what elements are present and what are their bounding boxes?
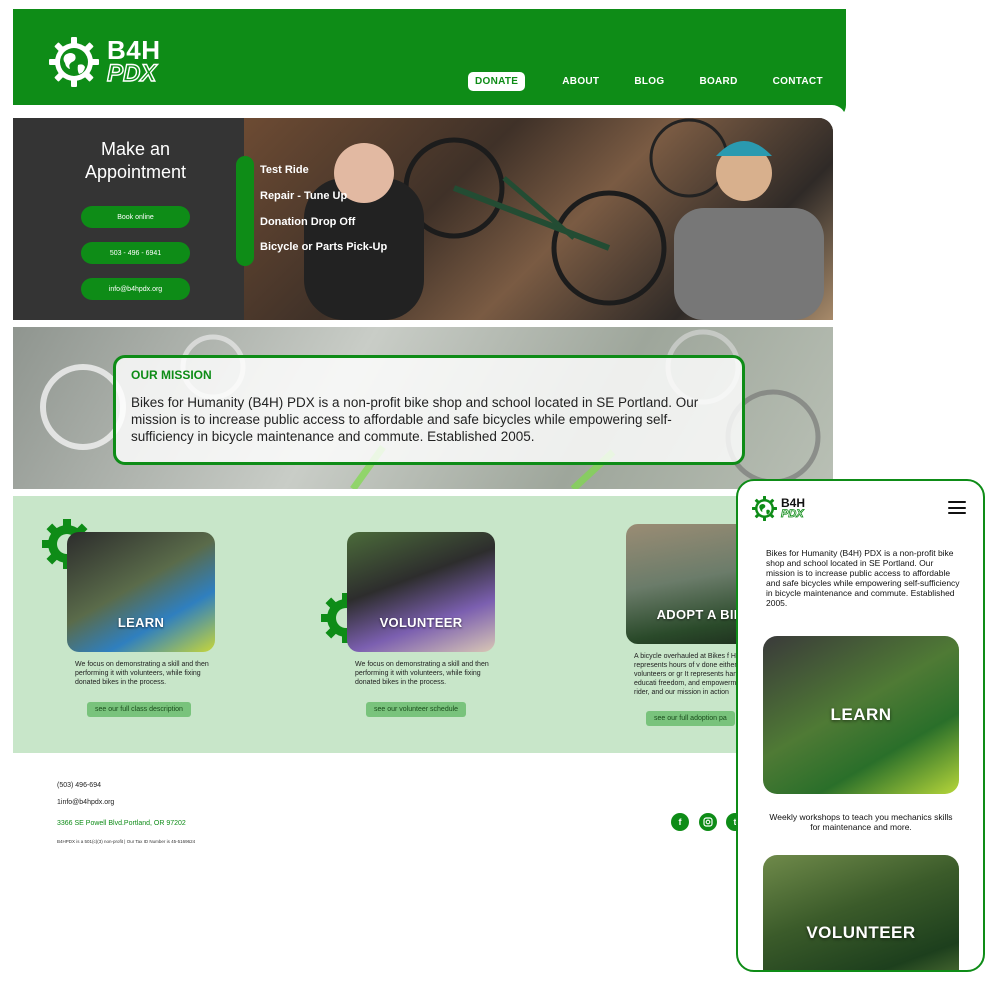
mission-text: Bikes for Humanity (B4H) PDX is a non-pr… [131, 395, 699, 444]
mobile-mission-text: Bikes for Humanity (B4H) PDX is a non-pr… [766, 548, 960, 608]
service-test-ride[interactable]: Test Ride [260, 164, 309, 176]
logo-wordmark: B4H PDX [106, 37, 161, 87]
nav-item-blog[interactable]: BLOG [634, 76, 664, 87]
mobile-logo[interactable]: B4H PDX [751, 495, 805, 522]
adoption-page-button[interactable]: see our full adoption pa [646, 711, 735, 726]
menu-icon[interactable] [948, 501, 966, 514]
adopt-card-label: ADOPT A BIK [656, 607, 744, 622]
programs-section: LEARN We focus on demonstrating a skill … [13, 496, 833, 753]
mobile-learn-label: LEARN [830, 705, 892, 724]
donate-button[interactable]: DONATE [468, 72, 526, 91]
nav-item-about[interactable]: ABOUT [562, 76, 599, 87]
service-pickup[interactable]: Bicycle or Parts Pick-Up [260, 241, 387, 253]
volunteer-card-label: VOLUNTEER [379, 615, 463, 630]
learn-card[interactable]: LEARN [67, 532, 215, 652]
mission-section: OUR MISSION Bikes for Humanity (B4H) PDX… [13, 327, 833, 489]
service-donation[interactable]: Donation Drop Off [260, 216, 355, 228]
facebook-icon[interactable]: f [671, 813, 689, 831]
mobile-learn-card[interactable]: LEARN [763, 636, 959, 794]
main-nav: DONATE ABOUT BLOG BOARD CONTACT [468, 72, 858, 91]
services-accent-bar [236, 156, 254, 266]
learn-card-label: LEARN [117, 615, 165, 630]
nav-item-contact[interactable]: CONTACT [773, 76, 823, 87]
appointment-section: Make an Appointment Book online 503 - 49… [13, 118, 833, 320]
footer-legal: B4HPDX is a 501(c)(3) non-profit | Our T… [57, 839, 196, 844]
mission-title: OUR MISSION [131, 368, 212, 382]
logo-line2: PDX [106, 59, 157, 87]
mobile-volunteer-label: VOLUNTEER [806, 923, 916, 942]
service-repair[interactable]: Repair - Tune Up [260, 190, 347, 202]
email-button[interactable]: info@b4hpdx.org [81, 278, 190, 300]
phone-button[interactable]: 503 - 496 - 6941 [81, 242, 190, 264]
site-logo[interactable]: B4H PDX [47, 35, 161, 89]
mobile-logo-line2: PDX [781, 507, 804, 520]
mobile-logo-wordmark: B4H PDX [781, 496, 805, 520]
globe-gear-icon [752, 496, 777, 521]
instagram-glyph [703, 817, 713, 827]
volunteer-description: We focus on demonstrating a skill and th… [355, 661, 489, 686]
globe-gear-icon [49, 37, 99, 87]
volunteer-card[interactable]: VOLUNTEER [347, 532, 495, 652]
footer-phone[interactable]: (503) 496-694 [57, 782, 101, 789]
learn-description: We focus on demonstrating a skill and th… [75, 661, 209, 686]
instagram-icon[interactable] [699, 813, 717, 831]
nav-item-board[interactable]: BOARD [699, 76, 737, 87]
desktop-mockup: B4H PDX DONATE ABOUT BLOG BOARD CONTACT [13, 9, 846, 869]
volunteer-schedule-button[interactable]: see our volunteer schedule [366, 702, 467, 717]
header-edge [13, 105, 846, 119]
mobile-mockup: B4H PDX Bikes for Humanity (B4H) PDX is … [736, 479, 985, 972]
mobile-volunteer-card[interactable]: VOLUNTEER [763, 855, 959, 970]
appointment-title-line2: Appointment [84, 162, 187, 182]
appointment-title-line1: Make an [100, 139, 171, 159]
class-description-button[interactable]: see our full class description [87, 702, 191, 717]
footer-address[interactable]: 3366 SE Powell Blvd.Portland, OR 97202 [57, 820, 186, 827]
mission-card: OUR MISSION Bikes for Humanity (B4H) PDX… [113, 355, 745, 465]
mobile-learn-caption: Weekly workshops to teach you mechanics … [769, 812, 953, 832]
mockup-stage: B4H PDX DONATE ABOUT BLOG BOARD CONTACT [0, 0, 993, 982]
appointment-title: Make an Appointment [13, 138, 258, 184]
book-online-button[interactable]: Book online [81, 206, 190, 228]
footer-email[interactable]: 1info@b4hpdx.org [57, 799, 114, 806]
